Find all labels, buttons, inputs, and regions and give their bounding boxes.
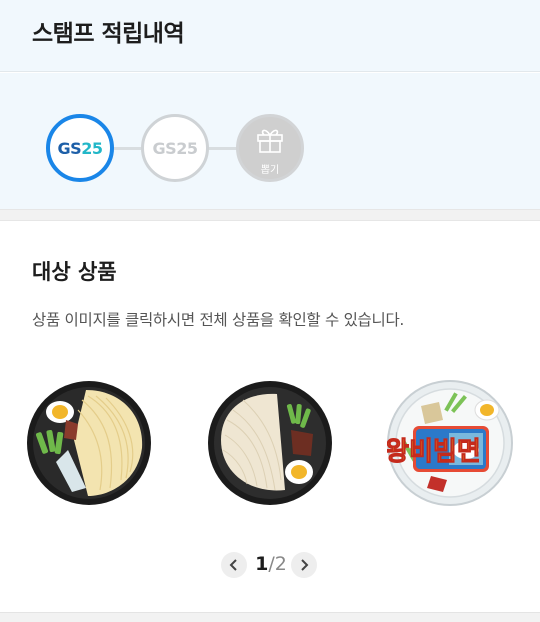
bottom-divider [0,612,540,622]
total-pages: 2 [274,553,287,575]
page-header: 스탬프 적립내역 [0,0,540,72]
section-divider [0,209,540,221]
product-item-2[interactable] [207,380,333,506]
noodle-bowl-egg-image [27,381,151,505]
next-page-button[interactable] [291,552,317,578]
stamp-logo-num: 25 [81,138,103,158]
stamp-1-collected: GS25 [46,114,114,182]
prev-page-button[interactable] [221,552,247,578]
section-description: 상품 이미지를 클릭하시면 전체 상품을 확인할 수 있습니다. [32,311,405,329]
product-item-3[interactable]: 왕비빔면 [385,380,513,506]
stamp-draw-button[interactable]: 뽑기 [236,114,304,182]
chevron-left-icon [229,559,237,571]
bibim-noodle-bowl-image: 왕비빔면 [385,380,513,506]
section-title: 대상 상품 [32,260,117,284]
stamp-logo: GS25 [152,138,198,158]
stamp-logo-gs: GS [57,138,82,158]
package-text: 왕비빔면 [387,437,481,467]
draw-label: 뽑기 [260,165,280,176]
current-page: 1 [255,553,269,575]
chevron-right-icon [301,559,309,571]
pagination: 1/2 [220,552,320,580]
stamp-2-empty: GS25 [141,114,209,182]
page-indicator: 1/2 [254,553,288,575]
page-title: 스탬프 적립내역 [32,21,185,47]
stamp-progress: GS25 GS25 뽑기 [0,73,540,209]
noodle-bowl-beef-image [208,381,332,505]
stamp-logo: GS25 [58,139,103,158]
product-item-1[interactable] [26,380,152,506]
gift-icon [257,129,283,153]
